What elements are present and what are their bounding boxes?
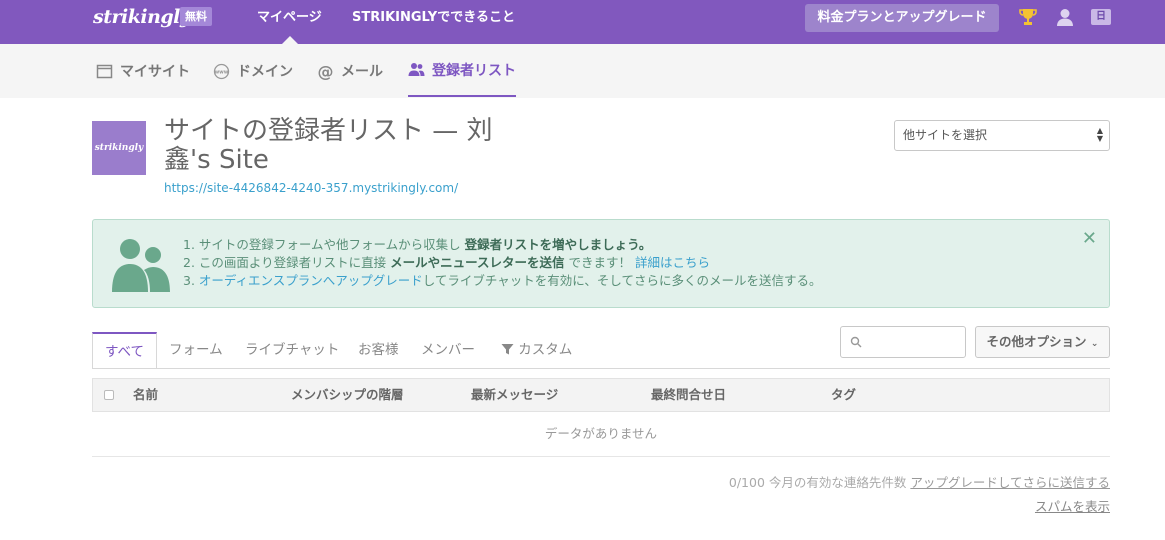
tab-all[interactable]: すべて xyxy=(92,332,158,369)
column-header-name[interactable]: 名前 xyxy=(133,379,158,411)
svg-text:@: @ xyxy=(318,63,334,80)
site-selector-dropdown[interactable]: 他サイトを選択 ▲ ▼ xyxy=(894,120,1110,151)
language-selector[interactable]: 日 xyxy=(1091,9,1111,25)
select-arrows-icon: ▲ ▼ xyxy=(1096,126,1103,143)
search-input[interactable] xyxy=(840,326,966,358)
close-icon[interactable]: ✕ xyxy=(1082,228,1097,249)
column-header-membership-tier[interactable]: メンバシップの階層 xyxy=(291,379,404,411)
subnav-label: ドメイン xyxy=(237,64,293,80)
site-url-link[interactable]: https://site-4426842-4240-357.mystriking… xyxy=(164,181,458,195)
info-text: 1. サイトの登録フォームや他フォームから収集し 登録者リストを増やしましょう。… xyxy=(183,236,822,290)
tabs-divider xyxy=(92,368,1110,369)
select-all-checkbox[interactable] xyxy=(104,390,114,400)
info-notice-box: 1. サイトの登録フォームや他フォームから収集し 登録者リストを増やしましょう。… xyxy=(92,219,1110,308)
subnav-label: メール xyxy=(341,64,383,80)
upgrade-plan-button[interactable]: 料金プランとアップグレード xyxy=(805,4,999,32)
contact-quota-text: 0/100 今月の有効な連絡先件数 アップグレードしてさらに送信する xyxy=(728,475,1110,490)
subnav-subscriber-list[interactable]: 登録者リスト xyxy=(408,44,516,97)
info-line-3: 3. オーディエンスプランへアップグレードしてライブチャットを有効に、そしてさら… xyxy=(183,273,822,288)
column-header-tags[interactable]: タグ xyxy=(831,379,856,411)
tab-livechat[interactable]: ライブチャット xyxy=(245,332,339,368)
free-plan-badge: 無料 xyxy=(180,7,212,26)
page-title: サイトの登録者リスト — 刘鑫's Site xyxy=(164,116,493,175)
top-navigation-bar: strikingly 無料 マイページ STRIKINGLYでできること 料金プ… xyxy=(0,0,1165,44)
audience-plan-upgrade-link[interactable]: オーディエンスプランへアップグレード xyxy=(199,273,423,288)
info-line-2: 2. この画面より登録者リストに直接 メールやニュースレターを送信 できます！ … xyxy=(183,255,710,270)
filter-funnel-icon xyxy=(501,344,514,355)
user-account-icon[interactable] xyxy=(1055,7,1075,27)
column-header-latest-message[interactable]: 最新メッセージ xyxy=(471,379,558,411)
show-spam-link[interactable]: スパムを表示 xyxy=(1035,496,1110,515)
browser-window-icon xyxy=(96,64,113,78)
subscribers-illustration-icon xyxy=(112,239,170,292)
people-icon xyxy=(408,63,425,76)
nav-features[interactable]: STRIKINGLYでできること xyxy=(352,0,515,44)
learn-more-link[interactable]: 詳細はこちら xyxy=(635,255,710,270)
tab-members[interactable]: メンバー xyxy=(421,332,475,368)
tab-customers[interactable]: お客様 xyxy=(358,332,399,368)
chevron-down-icon: ⌄ xyxy=(1090,339,1099,349)
site-selector-value: 他サイトを選択 xyxy=(903,128,988,142)
tab-form[interactable]: フォーム xyxy=(169,332,223,368)
more-options-dropdown[interactable]: その他オプション ⌄ xyxy=(975,326,1110,358)
table-header: 名前 メンバシップの階層 最新メッセージ 最終問合せ日 タグ xyxy=(92,378,1110,412)
svg-text:www: www xyxy=(215,69,229,75)
site-thumbnail: strikingly xyxy=(92,121,146,175)
active-nav-caret xyxy=(282,36,298,44)
info-line-1: 1. サイトの登録フォームや他フォームから収集し 登録者リストを増やしましょう。 xyxy=(183,237,652,252)
table-empty-state: データがありません xyxy=(92,413,1110,457)
subnav-label: 登録者リスト xyxy=(432,62,516,79)
upgrade-send-more-link[interactable]: アップグレードしてさらに送信する xyxy=(910,475,1110,490)
at-icon: @ xyxy=(318,63,334,80)
trophy-icon[interactable] xyxy=(1018,7,1038,27)
search-icon xyxy=(850,336,862,348)
subnav-domains[interactable]: www ドメイン xyxy=(213,44,293,98)
column-header-last-contact[interactable]: 最終問合せ日 xyxy=(651,379,726,411)
section-subnav: マイサイト www ドメイン @ メール 登録者リスト xyxy=(0,44,1165,98)
tab-custom[interactable]: カスタム xyxy=(501,332,572,368)
subnav-label: マイサイト xyxy=(120,64,190,80)
subnav-email[interactable]: @ メール xyxy=(317,44,384,98)
strikingly-logo[interactable]: strikingly xyxy=(93,6,191,28)
www-globe-icon: www xyxy=(213,63,230,79)
subnav-my-sites[interactable]: マイサイト xyxy=(96,44,190,98)
